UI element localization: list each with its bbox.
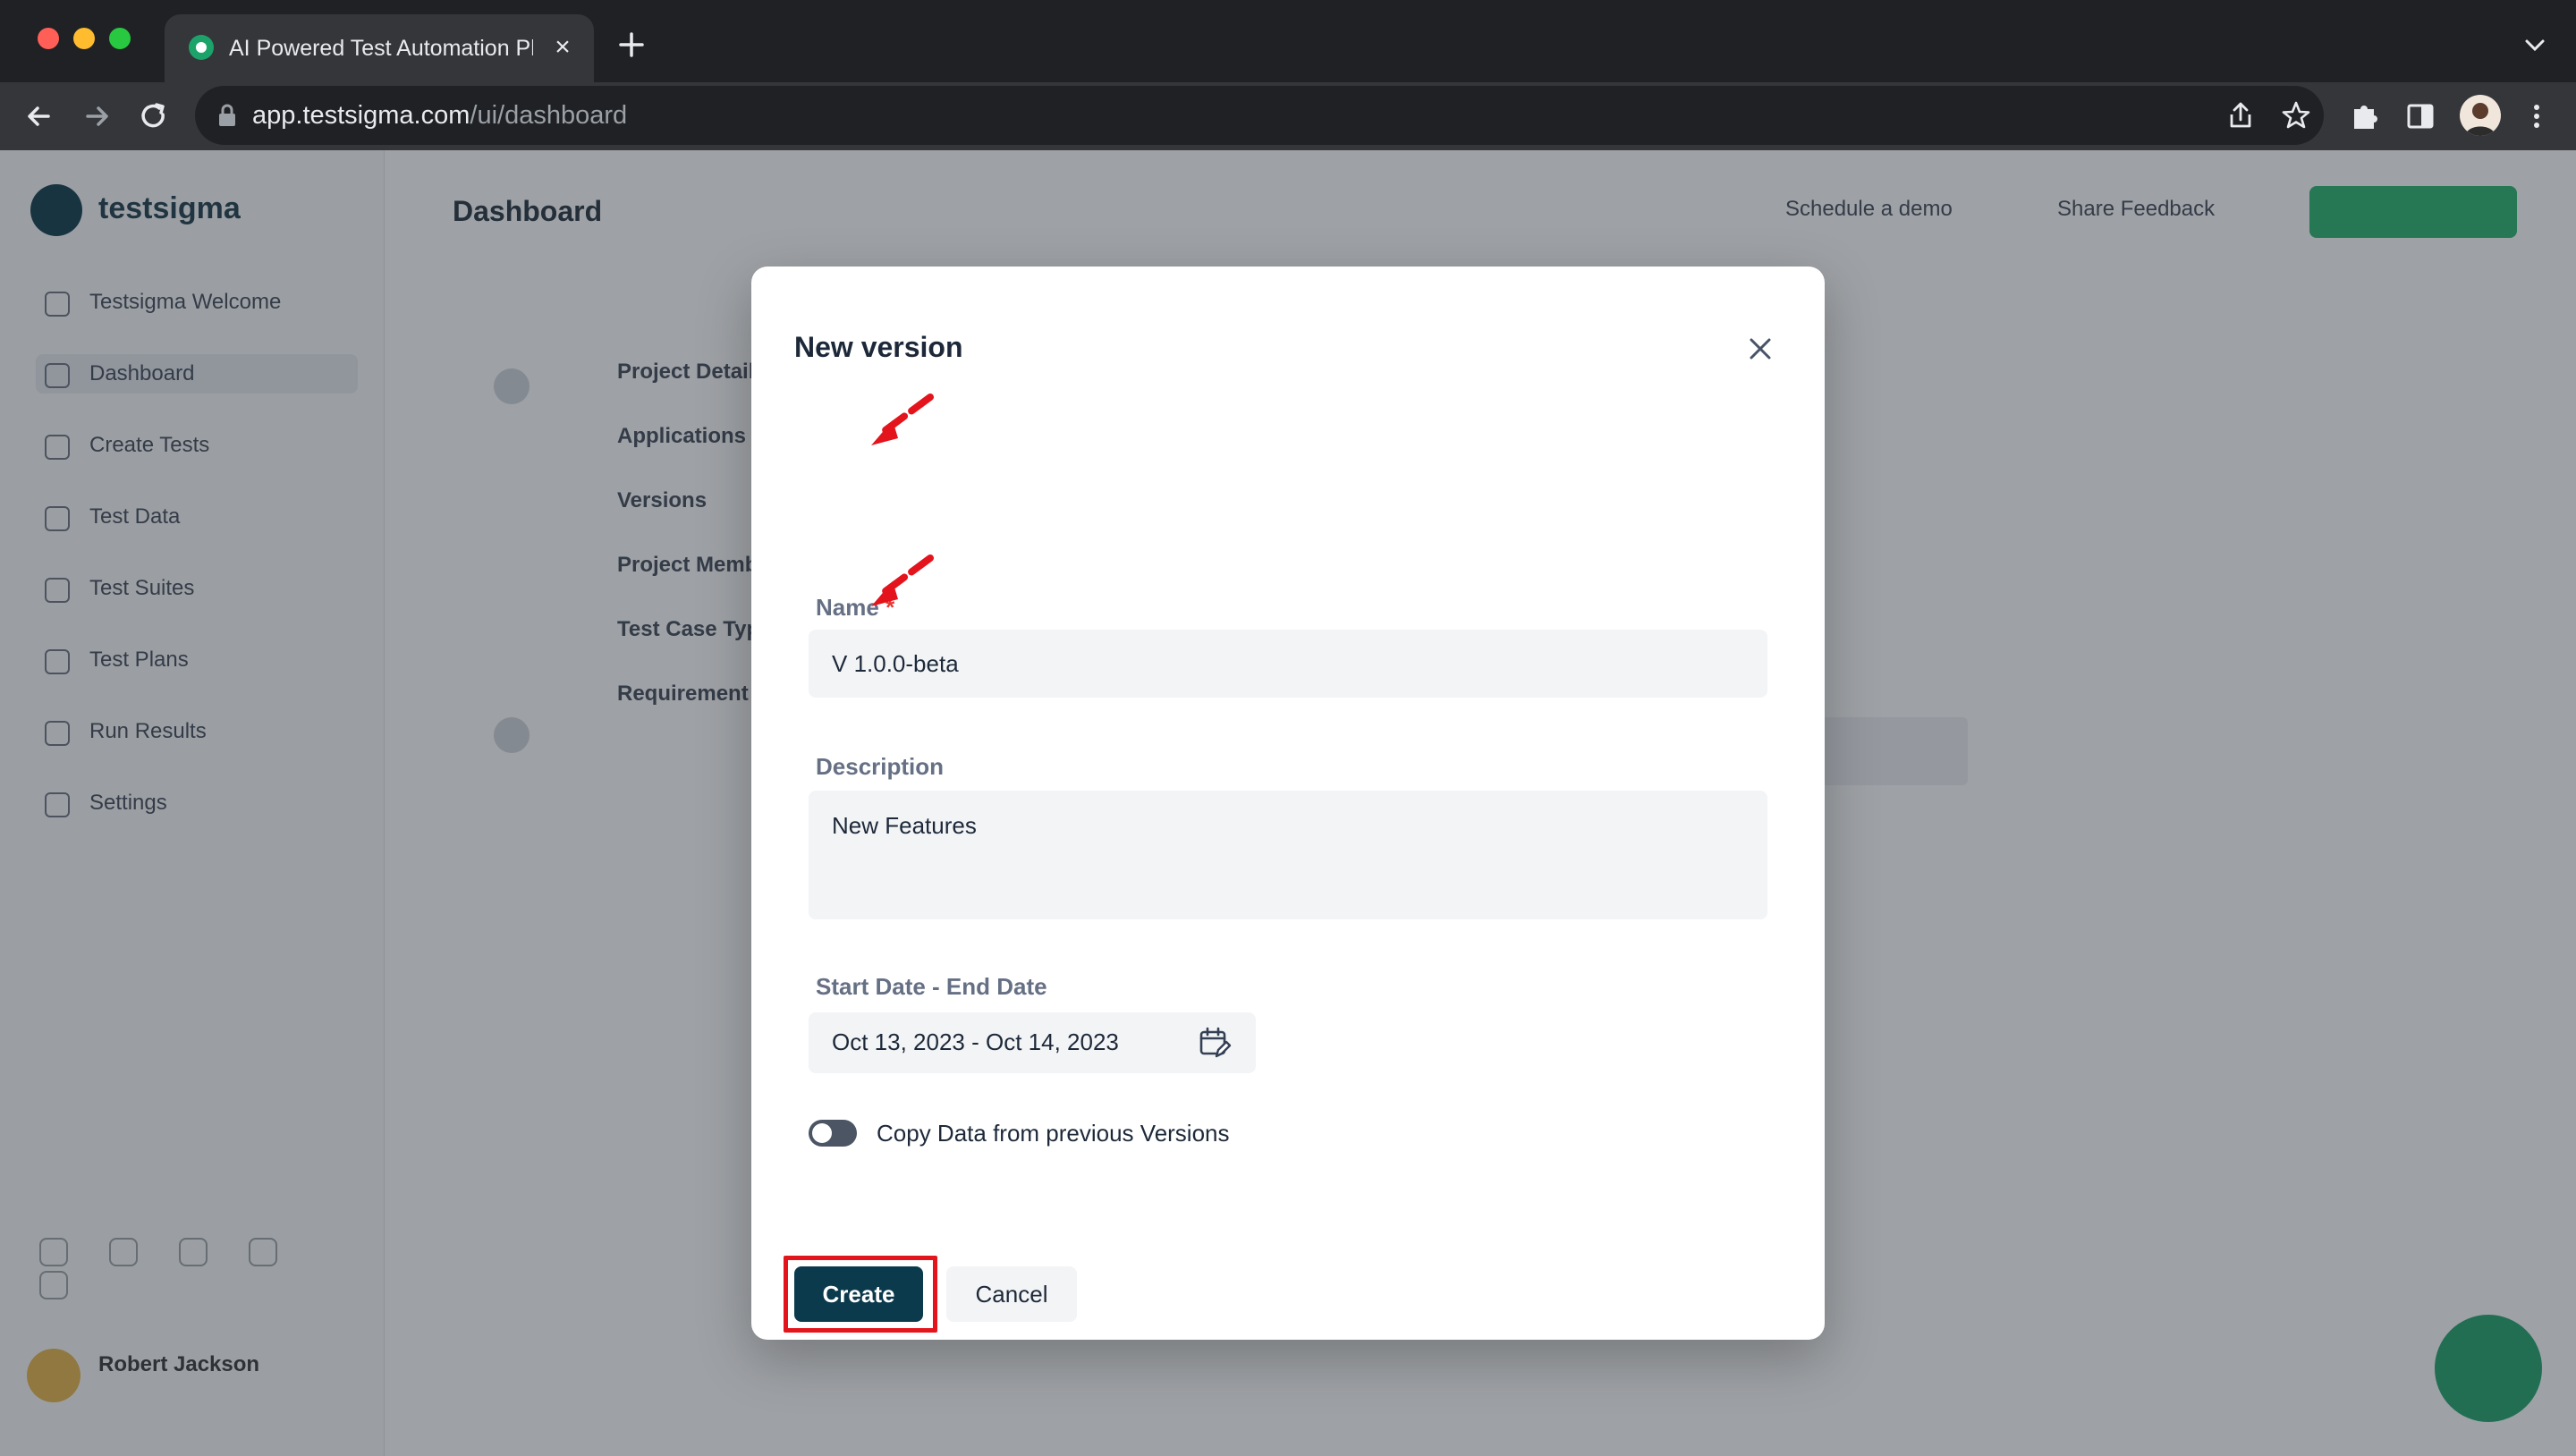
new-version-dialog: New version Name * Description New Featu… — [751, 267, 1825, 1340]
window-minimize-button[interactable] — [73, 28, 95, 49]
profile-avatar[interactable] — [2460, 95, 2501, 136]
date-range-picker[interactable]: Oct 13, 2023 - Oct 14, 2023 — [809, 1012, 1256, 1073]
date-range-label-text: Start Date - End Date — [816, 973, 1047, 1000]
reload-icon[interactable] — [132, 95, 175, 138]
lock-icon[interactable] — [215, 102, 240, 129]
close-icon[interactable] — [1744, 333, 1776, 365]
window-zoom-button[interactable] — [109, 28, 131, 49]
create-button[interactable]: Create — [794, 1266, 923, 1322]
address-bar[interactable]: app.testsigma.com/ui/dashboard — [195, 86, 2324, 145]
plus-icon[interactable] — [614, 27, 649, 63]
annotation-arrow-icon — [871, 394, 934, 445]
tab-title: AI Powered Test Automation Platform — [229, 36, 533, 61]
sidepanel-icon[interactable] — [2401, 97, 2440, 136]
description-label: Description — [816, 753, 945, 780]
copy-data-toggle[interactable] — [809, 1120, 857, 1147]
window-close-button[interactable] — [38, 28, 59, 49]
share-icon[interactable] — [2224, 98, 2258, 132]
person-icon — [2465, 103, 2496, 136]
url-text[interactable]: app.testsigma.com/ui/dashboard — [252, 98, 627, 132]
url-host: app.testsigma.com — [252, 101, 470, 130]
browser-tab-active[interactable]: AI Powered Test Automation Platform × — [165, 14, 594, 82]
dialog-title: New version — [794, 331, 963, 363]
tab-close-icon[interactable]: × — [547, 32, 578, 63]
kebab-menu-icon[interactable] — [2517, 97, 2556, 136]
cancel-button[interactable]: Cancel — [946, 1266, 1077, 1322]
browser-titlebar: AI Powered Test Automation Platform × — [0, 0, 2576, 82]
web-page: testsigma Testsigma Welcome Dashboard Cr… — [0, 150, 2576, 1456]
star-icon[interactable] — [2279, 98, 2313, 132]
description-textarea[interactable]: New Features — [809, 791, 1767, 919]
url-path: /ui/dashboard — [470, 101, 628, 130]
puzzle-icon[interactable] — [2345, 97, 2385, 136]
annotation-arrow-icon — [871, 554, 934, 606]
copy-data-label: Copy Data from previous Versions — [877, 1120, 1230, 1147]
testsigma-favicon-icon — [189, 35, 214, 60]
browser-toolbar: app.testsigma.com/ui/dashboard — [0, 82, 2576, 150]
date-range-value: Oct 13, 2023 - Oct 14, 2023 — [832, 1029, 1119, 1055]
chevron-down-icon[interactable] — [2519, 29, 2551, 61]
calendar-edit-icon[interactable] — [1197, 1025, 1233, 1061]
back-arrow-icon[interactable] — [18, 95, 61, 138]
version-name-input[interactable] — [809, 630, 1767, 698]
toggle-knob — [812, 1123, 832, 1143]
forward-arrow-icon[interactable] — [75, 95, 118, 138]
